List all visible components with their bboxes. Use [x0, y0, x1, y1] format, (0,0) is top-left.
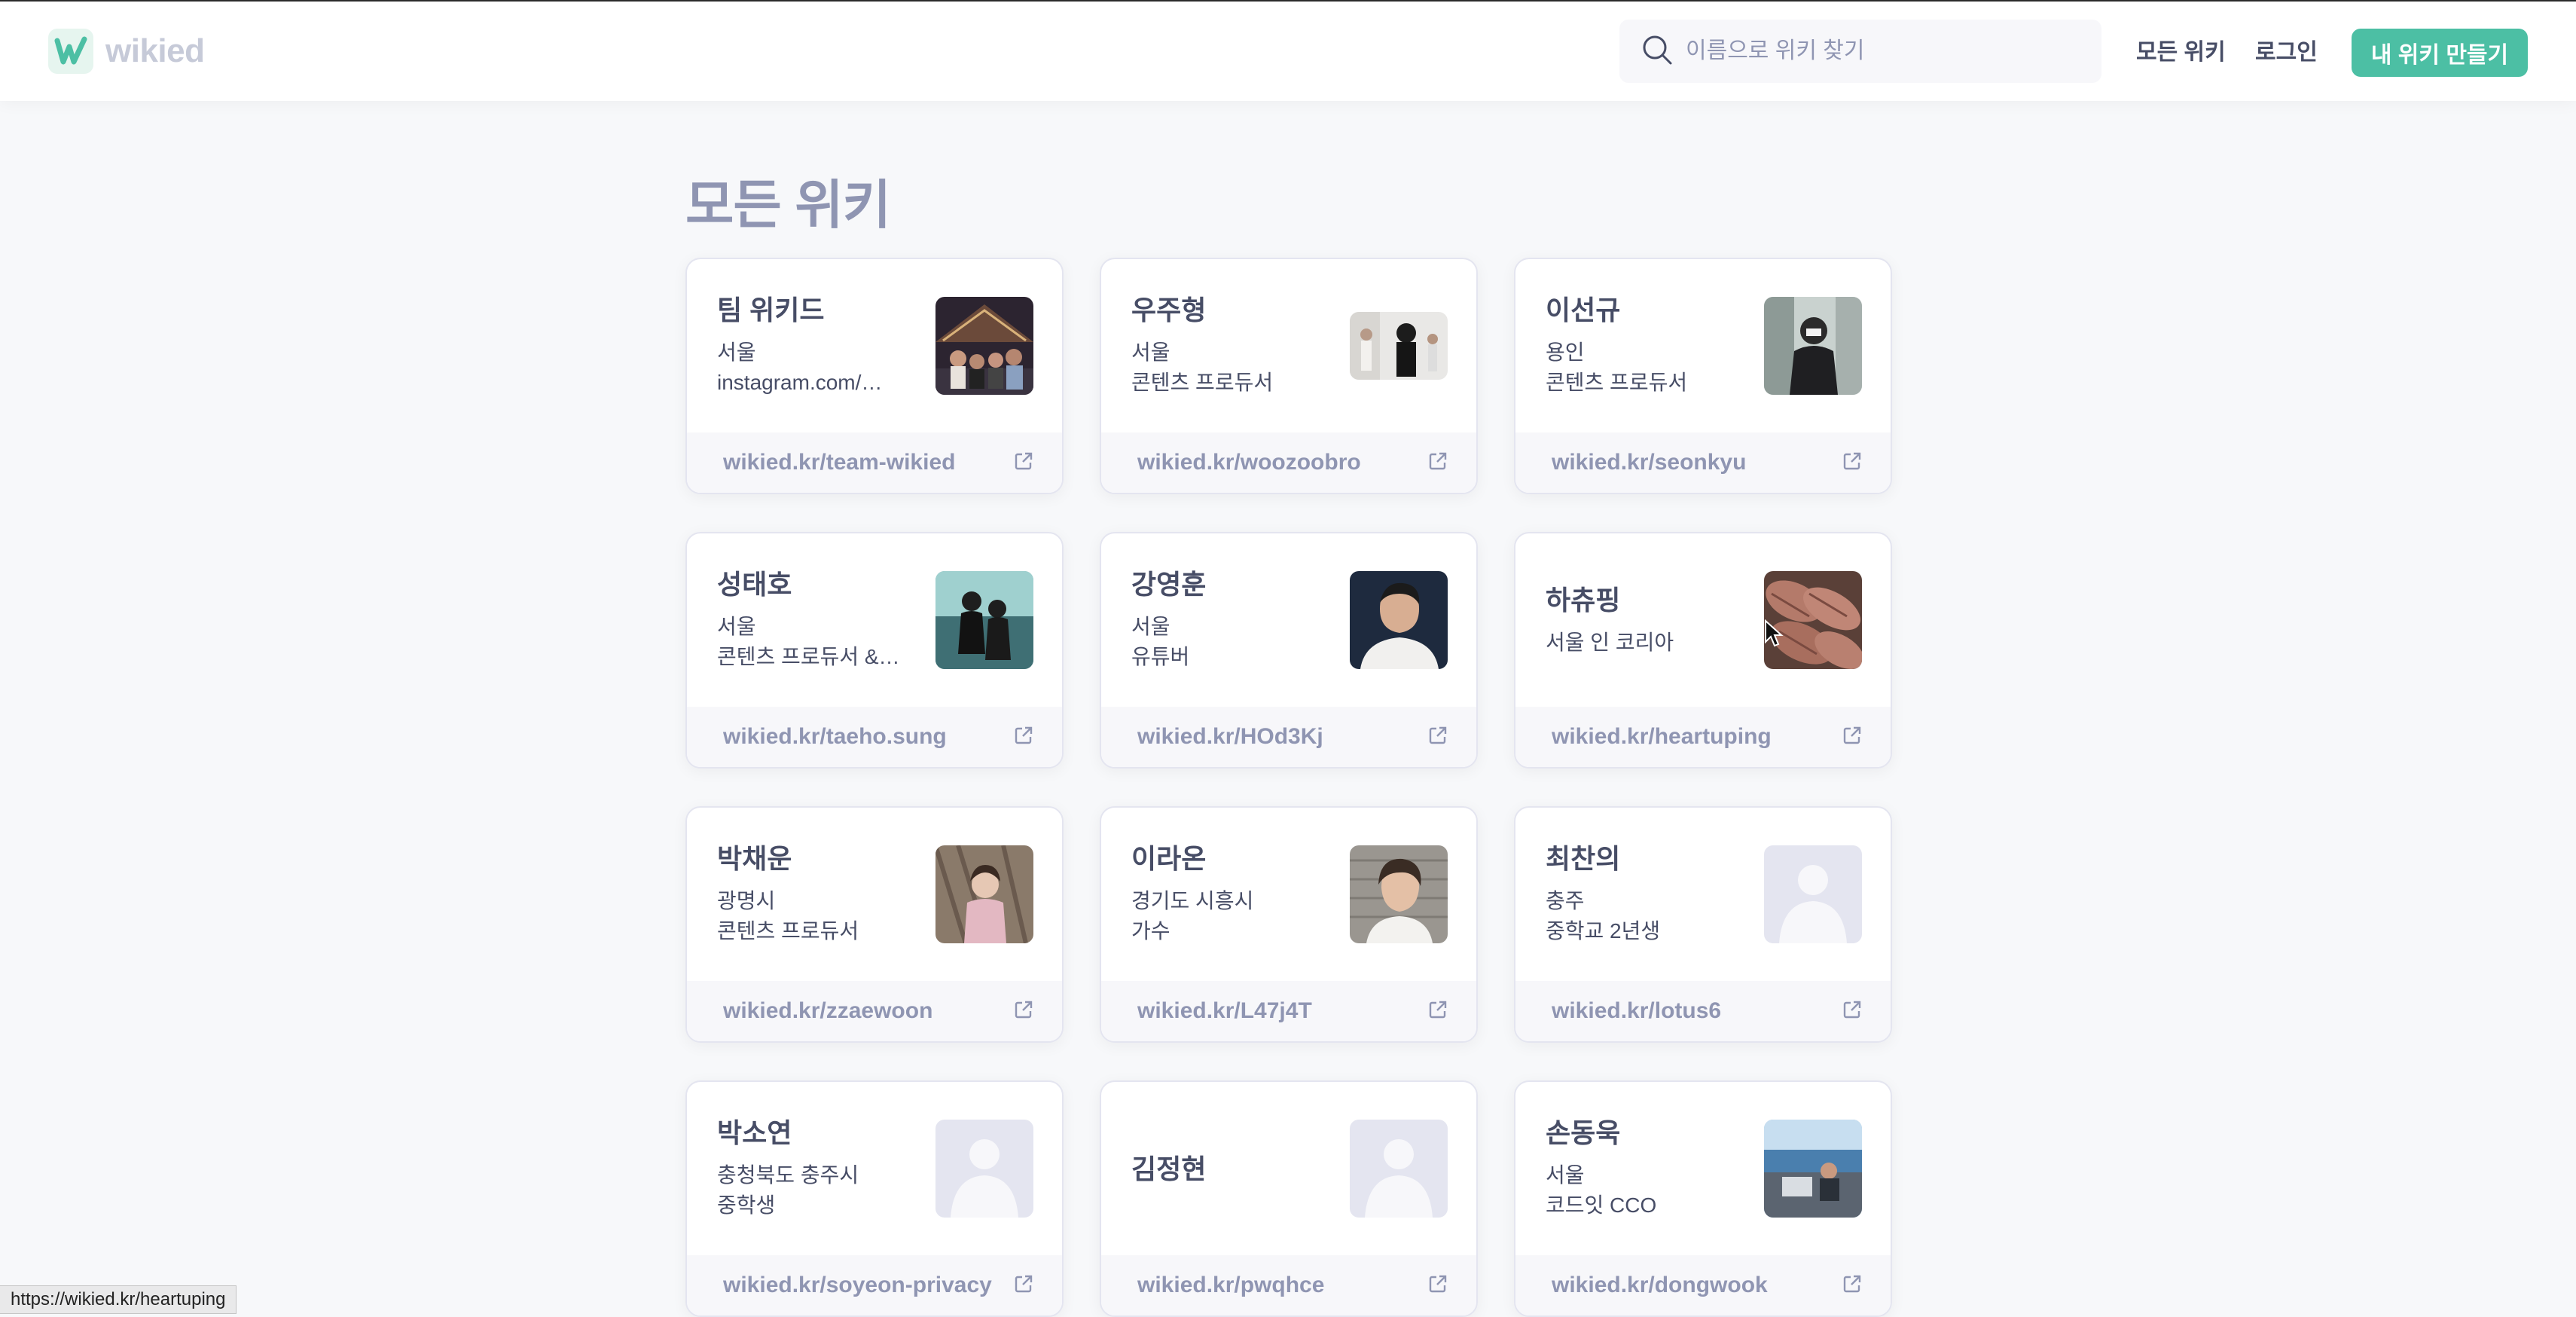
card-location: 광명시	[717, 889, 776, 912]
card-wiki-link[interactable]: wikied.kr/soyeon-privacy	[723, 1273, 992, 1298]
external-link-icon[interactable]	[1842, 1000, 1862, 1023]
card-location: 서울	[1546, 1163, 1585, 1187]
card-footer[interactable]: wikied.kr/team-wikied	[687, 432, 1062, 493]
create-wiki-button[interactable]: 내 위키 만들기	[2352, 29, 2528, 77]
wiki-card[interactable]: 이라온 경기도 시흥시 가수 wikied.kr/L47j4T	[1100, 806, 1478, 1043]
card-job: 콘텐츠 프로듀서	[717, 919, 859, 943]
card-location: 서울	[1131, 615, 1170, 638]
external-link-icon[interactable]	[1428, 451, 1448, 475]
search-box[interactable]	[1619, 20, 2101, 83]
external-link-icon[interactable]	[1428, 1000, 1448, 1023]
link-preview-status: https://wikied.kr/heartuping	[0, 1285, 237, 1314]
search-input[interactable]	[1686, 38, 2092, 64]
card-job: 콘텐츠 프로듀서	[1131, 371, 1274, 394]
card-footer[interactable]: wikied.kr/taeho.sung	[687, 707, 1062, 767]
person-photo-thumbnail	[1350, 312, 1448, 380]
wiki-card[interactable]: 손동욱 서울 코드잇 CCO wikied.kr/dongwook	[1514, 1080, 1892, 1317]
card-wiki-link[interactable]: wikied.kr/HOd3Kj	[1137, 724, 1323, 750]
card-job: 콘텐츠 프로듀서 &…	[717, 645, 900, 668]
card-job: 유튜버	[1131, 645, 1190, 668]
wiki-card[interactable]: 최찬의 충주 중학교 2년생 wikied.kr/lotus6	[1514, 806, 1892, 1043]
card-job: 콘텐츠 프로듀서	[1546, 371, 1688, 394]
page-title: 모든 위키	[685, 176, 891, 234]
card-location: 서울	[717, 615, 756, 638]
card-location: 서울	[1131, 341, 1170, 364]
card-location: 서울 인 코리아	[1546, 631, 1674, 654]
card-footer[interactable]: wikied.kr/pwqhce	[1101, 1255, 1476, 1315]
card-job: 가수	[1131, 919, 1170, 943]
wiki-card[interactable]: 하츄핑 서울 인 코리아 wikied.kr/heartuping	[1514, 532, 1892, 769]
card-location: 충주	[1546, 889, 1585, 912]
nav-all-wikis[interactable]: 모든 위키	[2136, 38, 2226, 68]
logo-w-icon	[48, 29, 93, 74]
card-footer[interactable]: wikied.kr/seonkyu	[1515, 432, 1891, 493]
person-photo-thumbnail	[1350, 845, 1448, 943]
group-photo-thumbnail	[935, 297, 1033, 395]
external-link-icon[interactable]	[1842, 451, 1862, 475]
default-avatar-icon	[1764, 845, 1862, 943]
wiki-card[interactable]: 박채운 광명시 콘텐츠 프로듀서 wikied.kr/zzaewoon	[685, 806, 1064, 1043]
card-location: 용인	[1546, 341, 1585, 364]
card-wiki-link[interactable]: wikied.kr/pwqhce	[1137, 1273, 1324, 1298]
person-photo-thumbnail	[935, 845, 1033, 943]
card-location: 충청북도 충주시	[717, 1163, 859, 1187]
external-link-icon[interactable]	[1428, 726, 1448, 749]
card-job: 중학생	[717, 1193, 776, 1217]
card-job: 중학교 2년생	[1546, 919, 1661, 943]
card-wiki-link[interactable]: wikied.kr/heartuping	[1552, 724, 1772, 750]
card-footer[interactable]: wikied.kr/HOd3Kj	[1101, 707, 1476, 767]
wiki-card[interactable]: 강영훈 서울 유튜버 wikied.kr/HOd3Kj	[1100, 532, 1478, 769]
card-job: 코드잇 CCO	[1546, 1193, 1657, 1217]
wiki-card-grid: 팀 위키드 서울 instagram.com/… wikied.kr/team-…	[685, 258, 1892, 1317]
default-avatar-icon	[1350, 1120, 1448, 1218]
person-photo-thumbnail	[1764, 297, 1862, 395]
external-link-icon[interactable]	[1014, 1000, 1033, 1023]
search-icon	[1641, 33, 1674, 70]
external-link-icon[interactable]	[1428, 1274, 1448, 1297]
card-wiki-link[interactable]: wikied.kr/seonkyu	[1552, 450, 1746, 475]
card-wiki-link[interactable]: wikied.kr/zzaewoon	[723, 998, 932, 1024]
wiki-card[interactable]: 김정현 wikied.kr/pwqhce	[1100, 1080, 1478, 1317]
wiki-card[interactable]: 팀 위키드 서울 instagram.com/… wikied.kr/team-…	[685, 258, 1064, 494]
card-location: 경기도 시흥시	[1131, 889, 1254, 912]
logo[interactable]: wikied	[48, 29, 205, 74]
external-link-icon[interactable]	[1014, 726, 1033, 749]
person-photo-thumbnail	[1350, 571, 1448, 669]
default-avatar-icon	[935, 1120, 1033, 1218]
card-wiki-link[interactable]: wikied.kr/dongwook	[1552, 1273, 1768, 1298]
external-link-icon[interactable]	[1014, 1274, 1033, 1297]
external-link-icon[interactable]	[1842, 1274, 1862, 1297]
card-footer[interactable]: wikied.kr/L47j4T	[1101, 981, 1476, 1041]
external-link-icon[interactable]	[1842, 726, 1862, 749]
wiki-card[interactable]: 박소연 충청북도 충주시 중학생 wikied.kr/soyeon-privac…	[685, 1080, 1064, 1317]
card-wiki-link[interactable]: wikied.kr/L47j4T	[1137, 998, 1312, 1024]
wiki-card[interactable]: 우주형 서울 콘텐츠 프로듀서 wikied.kr/woozoobro	[1100, 258, 1478, 494]
person-photo-thumbnail	[1764, 1120, 1862, 1218]
top-navigation: wikied 모든 위키 로그인 내 위키 만들기	[0, 2, 2576, 101]
person-photo-thumbnail	[935, 571, 1033, 669]
external-link-icon[interactable]	[1014, 451, 1033, 475]
card-location: 서울	[717, 341, 756, 364]
card-wiki-link[interactable]: wikied.kr/team-wikied	[723, 450, 955, 475]
card-footer[interactable]: wikied.kr/lotus6	[1515, 981, 1891, 1041]
nav-login[interactable]: 로그인	[2255, 38, 2318, 68]
card-wiki-link[interactable]: wikied.kr/lotus6	[1552, 998, 1721, 1024]
card-footer[interactable]: wikied.kr/heartuping	[1515, 707, 1891, 767]
wiki-card[interactable]: 성태호 서울 콘텐츠 프로듀서 &… wikied.kr/taeho.sung	[685, 532, 1064, 769]
card-footer[interactable]: wikied.kr/zzaewoon	[687, 981, 1062, 1041]
card-footer[interactable]: wikied.kr/soyeon-privacy	[687, 1255, 1062, 1315]
card-footer[interactable]: wikied.kr/dongwook	[1515, 1255, 1891, 1315]
card-wiki-link[interactable]: wikied.kr/woozoobro	[1137, 450, 1361, 475]
card-footer[interactable]: wikied.kr/woozoobro	[1101, 432, 1476, 493]
card-job: instagram.com/…	[717, 371, 883, 394]
wiki-card[interactable]: 이선규 용인 콘텐츠 프로듀서 wikied.kr/seonkyu	[1514, 258, 1892, 494]
card-wiki-link[interactable]: wikied.kr/taeho.sung	[723, 724, 947, 750]
logo-text: wikied	[105, 32, 205, 69]
mouse-cursor-icon	[1764, 619, 1784, 653]
